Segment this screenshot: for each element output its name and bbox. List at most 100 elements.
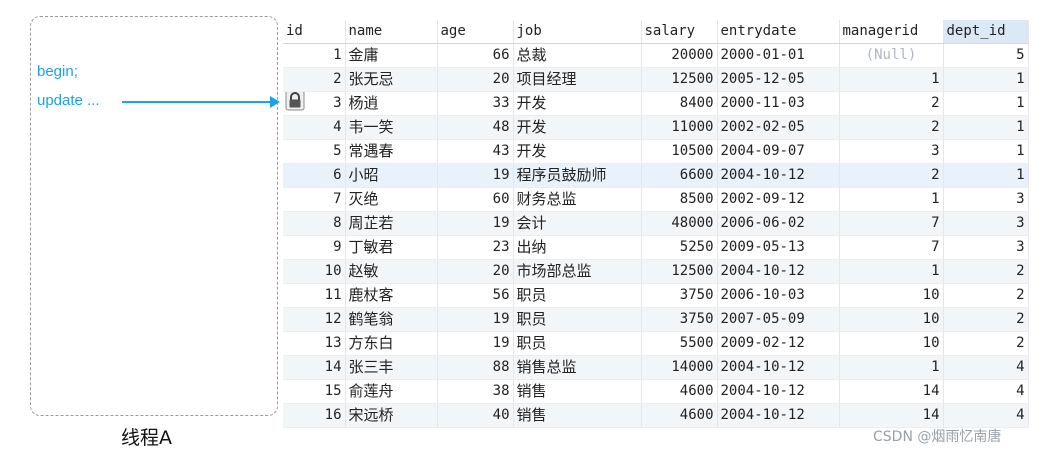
table-row[interactable]: 4 韦一笑 48 开发 11000 2002-02-05 2 1 xyxy=(283,115,1029,140)
table-row[interactable]: 10 赵敏 20 市场部总监 12500 2004-10-12 1 2 xyxy=(283,259,1029,284)
cell-age[interactable]: 33 xyxy=(437,91,514,116)
cell-dept_id[interactable]: 1 xyxy=(943,115,1029,140)
cell-managerid[interactable]: 2 xyxy=(839,91,944,116)
cell-managerid[interactable]: 1 xyxy=(839,187,944,212)
cell-name[interactable]: 常遇春 xyxy=(345,139,438,164)
cell-age[interactable]: 56 xyxy=(437,283,514,308)
table-row[interactable]: 6 小昭 19 程序员鼓励师 6600 2004-10-12 2 1 xyxy=(283,163,1029,188)
cell-managerid[interactable]: 7 xyxy=(839,211,944,236)
cell-dept_id[interactable]: 2 xyxy=(943,331,1029,356)
cell-age[interactable]: 43 xyxy=(437,139,514,164)
cell-name[interactable]: 金庸 xyxy=(345,43,438,68)
cell-managerid[interactable]: (Null) xyxy=(839,43,944,68)
cell-dept_id[interactable]: 3 xyxy=(943,211,1029,236)
cell-entrydate[interactable]: 2000-01-01 xyxy=(717,43,840,68)
cell-name[interactable]: 方东白 xyxy=(345,331,438,356)
cell-id[interactable]: 5 xyxy=(283,139,346,164)
column-header-salary[interactable]: salary xyxy=(641,20,718,44)
cell-id[interactable]: 2 xyxy=(283,67,346,92)
cell-salary[interactable]: 4600 xyxy=(641,403,718,428)
cell-id[interactable]: 16 xyxy=(283,403,346,428)
cell-managerid[interactable]: 1 xyxy=(839,355,944,380)
cell-salary[interactable]: 20000 xyxy=(641,43,718,68)
cell-age[interactable]: 23 xyxy=(437,235,514,260)
cell-entrydate[interactable]: 2002-09-12 xyxy=(717,187,840,212)
cell-id[interactable]: 15 xyxy=(283,379,346,404)
cell-salary[interactable]: 48000 xyxy=(641,211,718,236)
cell-entrydate[interactable]: 2007-05-09 xyxy=(717,307,840,332)
cell-job[interactable]: 销售 xyxy=(513,403,642,428)
cell-salary[interactable]: 4600 xyxy=(641,379,718,404)
cell-name[interactable]: 张无忌 xyxy=(345,67,438,92)
table-row[interactable]: 16 宋远桥 40 销售 4600 2004-10-12 14 4 xyxy=(283,403,1029,428)
cell-salary[interactable]: 3750 xyxy=(641,283,718,308)
cell-entrydate[interactable]: 2009-02-12 xyxy=(717,331,840,356)
cell-age[interactable]: 19 xyxy=(437,211,514,236)
table-row[interactable]: 13 方东白 19 职员 5500 2009-02-12 10 2 xyxy=(283,331,1029,356)
cell-job[interactable]: 项目经理 xyxy=(513,67,642,92)
cell-name[interactable]: 杨逍 xyxy=(345,91,438,116)
cell-name[interactable]: 周芷若 xyxy=(345,211,438,236)
cell-job[interactable]: 程序员鼓励师 xyxy=(513,163,642,188)
cell-age[interactable]: 60 xyxy=(437,187,514,212)
cell-entrydate[interactable]: 2004-10-12 xyxy=(717,163,840,188)
column-header-entrydate[interactable]: entrydate xyxy=(717,20,840,44)
cell-salary[interactable]: 5500 xyxy=(641,331,718,356)
table-row[interactable]: 14 张三丰 88 销售总监 14000 2004-10-12 1 4 xyxy=(283,355,1029,380)
cell-age[interactable]: 38 xyxy=(437,379,514,404)
table-row[interactable]: 12 鹤笔翁 19 职员 3750 2007-05-09 10 2 xyxy=(283,307,1029,332)
cell-job[interactable]: 财务总监 xyxy=(513,187,642,212)
cell-salary[interactable]: 12500 xyxy=(641,67,718,92)
cell-entrydate[interactable]: 2004-09-07 xyxy=(717,139,840,164)
cell-managerid[interactable]: 7 xyxy=(839,235,944,260)
cell-salary[interactable]: 10500 xyxy=(641,139,718,164)
cell-id[interactable]: 10 xyxy=(283,259,346,284)
cell-managerid[interactable]: 14 xyxy=(839,379,944,404)
cell-managerid[interactable]: 2 xyxy=(839,115,944,140)
cell-id[interactable]: 14 xyxy=(283,355,346,380)
cell-entrydate[interactable]: 2002-02-05 xyxy=(717,115,840,140)
cell-dept_id[interactable]: 1 xyxy=(943,163,1029,188)
cell-managerid[interactable]: 10 xyxy=(839,307,944,332)
cell-age[interactable]: 19 xyxy=(437,331,514,356)
cell-name[interactable]: 张三丰 xyxy=(345,355,438,380)
cell-name[interactable]: 鹿杖客 xyxy=(345,283,438,308)
cell-job[interactable]: 开发 xyxy=(513,91,642,116)
cell-name[interactable]: 灭绝 xyxy=(345,187,438,212)
table-row[interactable]: 15 俞莲舟 38 销售 4600 2004-10-12 14 4 xyxy=(283,379,1029,404)
cell-id[interactable]: 3 xyxy=(283,91,346,116)
cell-id[interactable]: 4 xyxy=(283,115,346,140)
column-header-age[interactable]: age xyxy=(437,20,514,44)
cell-id[interactable]: 6 xyxy=(283,163,346,188)
cell-dept_id[interactable]: 2 xyxy=(943,283,1029,308)
cell-managerid[interactable]: 1 xyxy=(839,67,944,92)
cell-managerid[interactable]: 2 xyxy=(839,163,944,188)
cell-id[interactable]: 7 xyxy=(283,187,346,212)
cell-job[interactable]: 职员 xyxy=(513,331,642,356)
column-header-job[interactable]: job xyxy=(513,20,642,44)
cell-dept_id[interactable]: 2 xyxy=(943,259,1029,284)
cell-job[interactable]: 会计 xyxy=(513,211,642,236)
cell-managerid[interactable]: 10 xyxy=(839,331,944,356)
table-row[interactable]: 5 常遇春 43 开发 10500 2004-09-07 3 1 xyxy=(283,139,1029,164)
cell-id[interactable]: 11 xyxy=(283,283,346,308)
cell-salary[interactable]: 12500 xyxy=(641,259,718,284)
cell-job[interactable]: 总裁 xyxy=(513,43,642,68)
cell-dept_id[interactable]: 1 xyxy=(943,67,1029,92)
cell-id[interactable]: 13 xyxy=(283,331,346,356)
cell-dept_id[interactable]: 1 xyxy=(943,139,1029,164)
cell-name[interactable]: 小昭 xyxy=(345,163,438,188)
cell-age[interactable]: 19 xyxy=(437,307,514,332)
cell-salary[interactable]: 11000 xyxy=(641,115,718,140)
table-row[interactable]: 8 周芷若 19 会计 48000 2006-06-02 7 3 xyxy=(283,211,1029,236)
cell-id[interactable]: 12 xyxy=(283,307,346,332)
cell-dept_id[interactable]: 5 xyxy=(943,43,1029,68)
cell-job[interactable]: 销售总监 xyxy=(513,355,642,380)
cell-entrydate[interactable]: 2005-12-05 xyxy=(717,67,840,92)
table-row[interactable]: 2 张无忌 20 项目经理 12500 2005-12-05 1 1 xyxy=(283,67,1029,92)
cell-entrydate[interactable]: 2004-10-12 xyxy=(717,355,840,380)
cell-entrydate[interactable]: 2009-05-13 xyxy=(717,235,840,260)
cell-age[interactable]: 20 xyxy=(437,67,514,92)
cell-managerid[interactable]: 14 xyxy=(839,403,944,428)
cell-managerid[interactable]: 3 xyxy=(839,139,944,164)
